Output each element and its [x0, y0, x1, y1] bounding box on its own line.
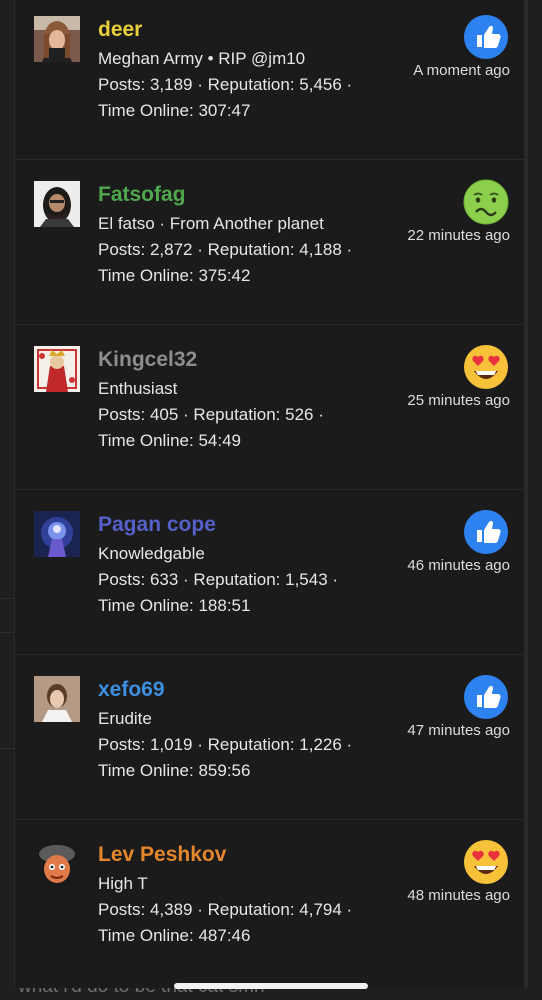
reaction-row[interactable]: xefo69 Erudite Posts: 1,019 · Reputation…	[15, 654, 527, 820]
user-title: Erudite	[98, 709, 152, 728]
user-avatar[interactable]	[34, 841, 80, 887]
home-indicator[interactable]	[174, 983, 368, 989]
user-stats: Posts: 2,872 · Reputation: 4,188 ·	[98, 240, 353, 259]
reaction-row[interactable]: Pagan cope Knowledgable Posts: 633 · Rep…	[15, 489, 527, 655]
nauseated-face-icon	[463, 179, 509, 225]
user-avatar[interactable]	[34, 346, 80, 392]
user-name[interactable]: deer	[98, 18, 142, 42]
heart-eyes-icon	[463, 839, 509, 885]
user-name[interactable]: Fatsofag	[98, 183, 186, 207]
user-time-online: Time Online: 188:51	[98, 596, 251, 615]
user-stats: Posts: 633 · Reputation: 1,543 ·	[98, 570, 339, 589]
heart-eyes-icon	[463, 344, 509, 390]
user-stats: Posts: 1,019 · Reputation: 1,226 ·	[98, 735, 353, 754]
reaction-row[interactable]: Fatsofag El fatso · From Another planet …	[15, 159, 527, 325]
user-stats: Posts: 405 · Reputation: 526 ·	[98, 405, 324, 424]
user-title: Knowledgable	[98, 544, 205, 563]
like-icon	[463, 509, 509, 555]
reaction-time: 48 minutes ago	[407, 887, 510, 904]
reaction-time: 46 minutes ago	[407, 557, 510, 574]
reaction-time: 22 minutes ago	[407, 227, 510, 244]
user-stats: Posts: 3,189 · Reputation: 5,456 ·	[98, 75, 353, 94]
user-title: High T	[98, 874, 148, 893]
like-icon	[463, 14, 509, 60]
reaction-row[interactable]: Kingcel32 Enthusiast Posts: 405 · Reputa…	[15, 324, 527, 490]
user-name[interactable]: xefo69	[98, 678, 165, 702]
user-title: Enthusiast	[98, 379, 178, 398]
user-avatar[interactable]	[34, 676, 80, 722]
user-time-online: Time Online: 487:46	[98, 926, 251, 945]
user-time-online: Time Online: 54:49	[98, 431, 241, 450]
scrollbar[interactable]	[524, 0, 527, 988]
user-name[interactable]: Kingcel32	[98, 348, 197, 372]
user-stats: Posts: 4,389 · Reputation: 4,794 ·	[98, 900, 353, 919]
user-name[interactable]: Lev Peshkov	[98, 843, 226, 867]
user-time-online: Time Online: 307:47	[98, 101, 251, 120]
user-avatar[interactable]	[34, 181, 80, 227]
reaction-row[interactable]: deer Meghan Army • RIP @jm10 Posts: 3,18…	[15, 0, 527, 160]
user-time-online: Time Online: 375:42	[98, 266, 251, 285]
reaction-time: 25 minutes ago	[407, 392, 510, 409]
reaction-time: 47 minutes ago	[407, 722, 510, 739]
user-title: El fatso · From Another planet	[98, 214, 324, 233]
user-name[interactable]: Pagan cope	[98, 513, 216, 537]
user-time-online: Time Online: 859:56	[98, 761, 251, 780]
user-title: Meghan Army • RIP @jm10	[98, 49, 306, 68]
user-avatar[interactable]	[34, 511, 80, 557]
reactions-panel[interactable]: deer Meghan Army • RIP @jm10 Posts: 3,18…	[14, 0, 528, 988]
user-avatar[interactable]	[34, 16, 80, 62]
reaction-time: A moment ago	[413, 62, 510, 79]
like-icon	[463, 674, 509, 720]
reaction-row[interactable]: Lev Peshkov High T Posts: 4,389 · Reputa…	[15, 819, 527, 984]
